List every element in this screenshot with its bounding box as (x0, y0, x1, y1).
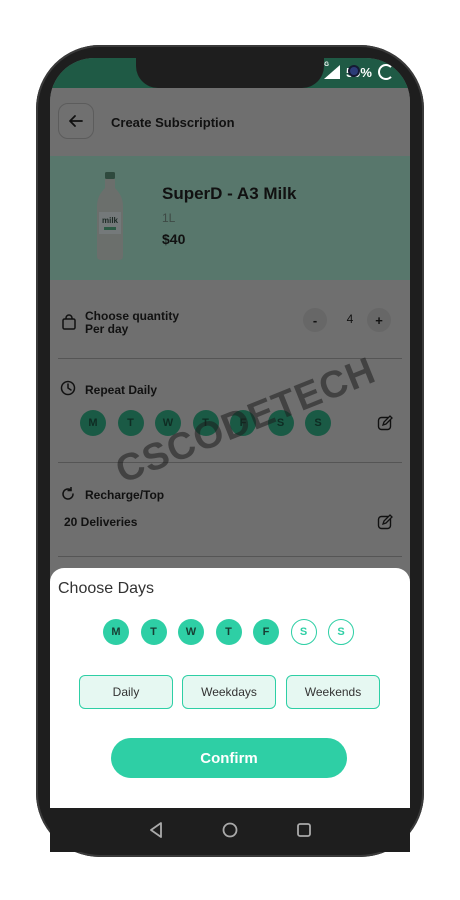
product-price: $40 (162, 231, 186, 247)
bottle-label: milk (102, 216, 119, 225)
repeat-day-chip: M (80, 410, 106, 436)
day-toggle[interactable]: T (140, 619, 167, 645)
quantity-stepper: - 4 + (302, 306, 398, 336)
deliveries-count: 20 Deliveries (64, 515, 138, 529)
nav-home-icon[interactable] (222, 822, 238, 838)
nav-back-icon[interactable] (149, 822, 163, 838)
confirm-button[interactable]: Confirm (111, 738, 347, 778)
divider (58, 556, 402, 557)
daily-preset-button[interactable]: Daily (79, 675, 173, 709)
system-nav-bar (50, 808, 410, 852)
weekends-preset-button[interactable]: Weekends (286, 675, 380, 709)
day-toggle[interactable]: W (178, 619, 204, 645)
nav-recents-icon[interactable] (296, 822, 312, 838)
day-toggle[interactable]: T (215, 619, 242, 645)
edit-icon[interactable] (377, 415, 393, 431)
status-indicators: 4G 59% (321, 62, 394, 80)
day-toggle[interactable]: S (290, 619, 317, 645)
quantity-label: Choose quantity Per day (85, 310, 179, 336)
sheet-title: Choose Days (58, 580, 155, 597)
refresh-icon (62, 487, 74, 500)
back-button[interactable] (58, 103, 94, 139)
quantity-value: 4 (346, 312, 354, 326)
notch (136, 58, 358, 88)
day-toggle[interactable]: M (103, 619, 129, 645)
bag-icon (62, 314, 76, 330)
day-toggle[interactable]: S (328, 619, 354, 645)
back-arrow-icon (69, 115, 83, 127)
camera-icon (350, 67, 358, 75)
quantity-label-line2: Per day (85, 322, 129, 336)
battery-icon (378, 64, 394, 80)
app-bar: Create Subscription (50, 88, 410, 156)
choose-days-sheet: Choose Days MTWTFSS Daily Weekdays Weeke… (50, 568, 410, 810)
watermark: CSCODETECH (110, 349, 382, 492)
weekdays-preset-button[interactable]: Weekdays (182, 675, 276, 709)
signal-icon: 4G (321, 62, 340, 79)
increase-quantity-button[interactable]: + (367, 308, 391, 332)
screen: 4G 59% Create Subscription milk SuperD -… (50, 58, 410, 810)
repeat-day-chip: T (117, 410, 144, 436)
decrease-quantity-button[interactable]: - (303, 308, 327, 332)
divider (58, 462, 402, 463)
milk-bottle-image: milk (97, 172, 123, 260)
product-volume: 1L (162, 211, 176, 225)
repeat-label: Repeat Daily (85, 383, 158, 397)
page-title: Create Subscription (111, 115, 235, 130)
day-toggle[interactable]: F (253, 619, 279, 645)
product-card: milk SuperD - A3 Milk 1L $40 (50, 156, 410, 280)
edit-icon[interactable] (377, 514, 393, 530)
clock-icon (60, 380, 76, 396)
product-name: SuperD - A3 Milk (162, 184, 297, 203)
